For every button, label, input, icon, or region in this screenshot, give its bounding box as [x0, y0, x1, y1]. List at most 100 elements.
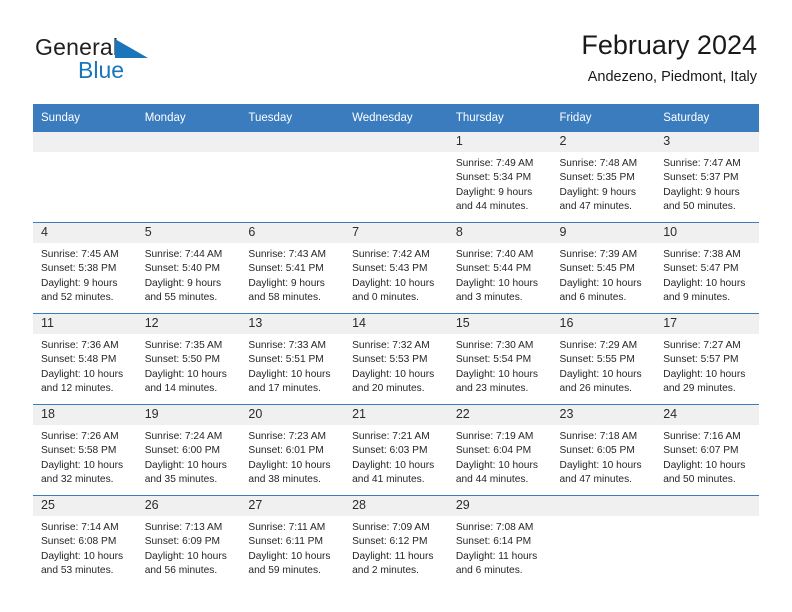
sun-info-line: and 44 minutes. — [455, 200, 529, 212]
sun-info: Sunrise: 7:39 AM Sunset: 5:45 PM Daylight:… — [552, 243, 656, 305]
calendar-day-cell[interactable]: 17 Sunrise: 7:27 AM Sunset: 5:57 PM Dayligh… — [655, 313, 759, 405]
sun-info-line: Sunrise: 7:38 AM — [663, 249, 741, 261]
sun-info-line: Sunset: 5:57 PM — [663, 354, 739, 366]
sun-info-line: Sunrise: 7:18 AM — [559, 431, 638, 443]
weekday-header-monday: Monday — [136, 104, 241, 132]
day-number: 14 — [344, 314, 448, 335]
calendar-day-cell[interactable]: 21 Sunrise: 7:21 AM Sunset: 6:03 PM Dayligh… — [344, 404, 448, 496]
sun-info-line: and 6 minutes. — [559, 291, 627, 303]
day-number: 4 — [33, 223, 137, 244]
weekday-header-saturday: Saturday — [655, 104, 759, 132]
calendar-day-cell[interactable]: 23 Sunrise: 7:18 AM Sunset: 6:05 PM Dayligh… — [551, 404, 656, 496]
sun-info: Sunrise: 7:33 AM Sunset: 5:51 PM Daylight:… — [240, 334, 344, 396]
day-number: 13 — [240, 314, 345, 335]
sun-info: Sunrise: 7:47 AM Sunset: 5:37 PM Daylight:… — [655, 152, 759, 214]
day-number: 12 — [136, 314, 241, 335]
calendar-day-cell[interactable]: 28 Sunrise: 7:09 AM Sunset: 6:12 PM Dayligh… — [344, 495, 448, 586]
calendar-day-cell[interactable]: 7 Sunrise: 7:42 AM Sunset: 5:43 PM Daylight… — [344, 222, 448, 314]
sun-info-line: Sunset: 6:04 PM — [455, 445, 532, 457]
sun-info-line: and 55 minutes. — [144, 291, 218, 303]
sun-info-line: and 0 minutes. — [352, 291, 419, 303]
sun-info-line: and 50 minutes. — [663, 200, 736, 212]
calendar-day-cell[interactable]: 3 Sunrise: 7:47 AM Sunset: 5:37 PM Daylight… — [655, 132, 759, 223]
calendar-day-cell[interactable]: 19 Sunrise: 7:24 AM Sunset: 6:00 PM Dayligh… — [136, 404, 241, 496]
calendar-day-cell[interactable]: 27 Sunrise: 7:11 AM Sunset: 6:11 PM Dayligh… — [240, 495, 345, 586]
sun-info-line: Sunset: 5:53 PM — [352, 354, 428, 366]
sun-info-line: and 6 minutes. — [455, 564, 523, 576]
sun-info-line: and 47 minutes. — [559, 200, 633, 212]
calendar-day-cell[interactable]: 11 Sunrise: 7:36 AM Sunset: 5:48 PM Dayligh… — [33, 313, 137, 405]
calendar-day-cell[interactable]: 22 Sunrise: 7:19 AM Sunset: 6:04 PM Dayligh… — [447, 404, 552, 496]
calendar-day-cell[interactable]: 24 Sunrise: 7:16 AM Sunset: 6:07 PM Dayligh… — [655, 404, 759, 496]
sun-info-line: Daylight: 10 hours — [352, 277, 435, 289]
sun-info-line: Daylight: 9 hours — [41, 277, 118, 289]
sun-info-line: and 12 minutes. — [41, 382, 114, 394]
sun-info: Sunrise: 7:45 AM Sunset: 5:38 PM Daylight:… — [33, 243, 137, 305]
sun-info-line: Sunset: 5:54 PM — [455, 354, 532, 366]
sun-info-line: Sunset: 5:47 PM — [663, 263, 739, 275]
calendar-day-cell[interactable]: 4 Sunrise: 7:45 AM Sunset: 5:38 PM Daylight… — [33, 222, 137, 314]
calendar-day-cell[interactable]: 25 Sunrise: 7:14 AM Sunset: 6:08 PM Dayligh… — [33, 495, 137, 586]
sun-info-line: and 9 minutes. — [663, 291, 731, 303]
sun-info-line: Sunrise: 7:32 AM — [352, 340, 430, 352]
weekday-header-thursday: Thursday — [447, 104, 552, 132]
sun-info-line: Daylight: 10 hours — [144, 368, 227, 380]
calendar-day-cell[interactable]: 8 Sunrise: 7:40 AM Sunset: 5:44 PM Daylight… — [447, 222, 552, 314]
sun-info-line: Sunset: 5:44 PM — [455, 263, 532, 275]
sun-info-line: Sunrise: 7:16 AM — [663, 431, 741, 443]
calendar-table: Sunday Monday Tuesday Wednesday Thursday Frid… — [33, 104, 759, 586]
sun-info-line: Daylight: 10 hours — [352, 368, 435, 380]
sun-info: Sunrise: 7:08 AM Sunset: 6:14 PM Daylight:… — [448, 516, 552, 578]
sun-info: Sunrise: 7:27 AM Sunset: 5:57 PM Daylight:… — [655, 334, 759, 396]
calendar-header-row: Sunday Monday Tuesday Wednesday Thursday Frid… — [33, 104, 759, 132]
sun-info-line: Sunset: 5:58 PM — [41, 445, 117, 457]
general-blue-logo[interactable]: General Blue — [35, 36, 235, 88]
sun-info: Sunrise: 7:16 AM Sunset: 6:07 PM Daylight:… — [655, 425, 759, 487]
sun-info-line: Sunset: 5:50 PM — [144, 354, 221, 366]
sun-info: Sunrise: 7:49 AM Sunset: 5:34 PM Daylight:… — [448, 152, 552, 214]
sun-info-line: Sunrise: 7:35 AM — [144, 340, 223, 352]
sun-info-line: Sunset: 6:07 PM — [663, 445, 739, 457]
day-number: 2 — [551, 132, 656, 153]
day-number: 17 — [655, 314, 759, 335]
sun-info-line: Daylight: 10 hours — [144, 459, 227, 471]
calendar-day-cell[interactable]: 14 Sunrise: 7:32 AM Sunset: 5:53 PM Dayligh… — [344, 313, 448, 405]
sun-info-line: Sunrise: 7:33 AM — [248, 340, 326, 352]
calendar-day-cell[interactable]: 20 Sunrise: 7:23 AM Sunset: 6:01 PM Dayligh… — [240, 404, 345, 496]
sun-info-line: Sunrise: 7:08 AM — [455, 522, 534, 534]
sun-info-line: Sunset: 6:11 PM — [248, 536, 323, 548]
sun-info: Sunrise: 7:09 AM Sunset: 6:12 PM Daylight:… — [344, 516, 448, 578]
sun-info-line: Sunset: 5:34 PM — [455, 172, 532, 184]
calendar-day-cell[interactable]: 16 Sunrise: 7:29 AM Sunset: 5:55 PM Dayligh… — [551, 313, 656, 405]
calendar-day-cell[interactable]: 15 Sunrise: 7:30 AM Sunset: 5:54 PM Dayligh… — [447, 313, 552, 405]
sun-info-line: Daylight: 9 hours — [663, 186, 740, 198]
calendar-day-cell[interactable]: 13 Sunrise: 7:33 AM Sunset: 5:51 PM Dayligh… — [240, 313, 345, 405]
sun-info-line: Sunset: 5:51 PM — [248, 354, 324, 366]
day-number: 18 — [33, 405, 137, 426]
sun-info-line: Sunrise: 7:40 AM — [455, 249, 534, 261]
calendar-day-cell[interactable]: 1 Sunrise: 7:49 AM Sunset: 5:34 PM Daylight… — [447, 132, 552, 223]
calendar-day-cell[interactable]: 12 Sunrise: 7:35 AM Sunset: 5:50 PM Dayligh… — [136, 313, 241, 405]
day-number — [655, 496, 759, 517]
calendar-day-cell[interactable]: 29 Sunrise: 7:08 AM Sunset: 6:14 PM Dayligh… — [447, 495, 552, 586]
calendar-day-cell[interactable]: 26 Sunrise: 7:13 AM Sunset: 6:09 PM Dayligh… — [136, 495, 241, 586]
sun-info-line: Sunrise: 7:14 AM — [41, 522, 119, 534]
sun-info-line: Daylight: 10 hours — [455, 368, 538, 380]
calendar-week-row: 1 Sunrise: 7:49 AM Sunset: 5:34 PM Daylight… — [33, 132, 759, 223]
calendar-day-cell[interactable]: 9 Sunrise: 7:39 AM Sunset: 5:45 PM Daylight… — [551, 222, 656, 314]
logo-text-blue: Blue — [78, 57, 125, 83]
sun-info-line: and 38 minutes. — [248, 473, 321, 485]
calendar-day-cell[interactable]: 6 Sunrise: 7:43 AM Sunset: 5:41 PM Daylight… — [240, 222, 345, 314]
calendar-day-cell[interactable]: 18 Sunrise: 7:26 AM Sunset: 5:58 PM Dayligh… — [33, 404, 137, 496]
sun-info-line: and 29 minutes. — [663, 382, 736, 394]
sun-info-line: Sunrise: 7:27 AM — [663, 340, 741, 352]
sun-info-line: and 35 minutes. — [144, 473, 218, 485]
sun-info-line: Sunrise: 7:42 AM — [352, 249, 430, 261]
day-number: 28 — [344, 496, 448, 517]
calendar-day-cell[interactable]: 5 Sunrise: 7:44 AM Sunset: 5:40 PM Daylight… — [136, 222, 241, 314]
sun-info-line: Daylight: 10 hours — [559, 368, 642, 380]
calendar-day-cell[interactable]: 2 Sunrise: 7:48 AM Sunset: 5:35 PM Daylight… — [551, 132, 656, 223]
sun-info-line: and 59 minutes. — [248, 564, 321, 576]
calendar-day-cell[interactable]: 10 Sunrise: 7:38 AM Sunset: 5:47 PM Dayligh… — [655, 222, 759, 314]
day-number — [33, 132, 137, 153]
